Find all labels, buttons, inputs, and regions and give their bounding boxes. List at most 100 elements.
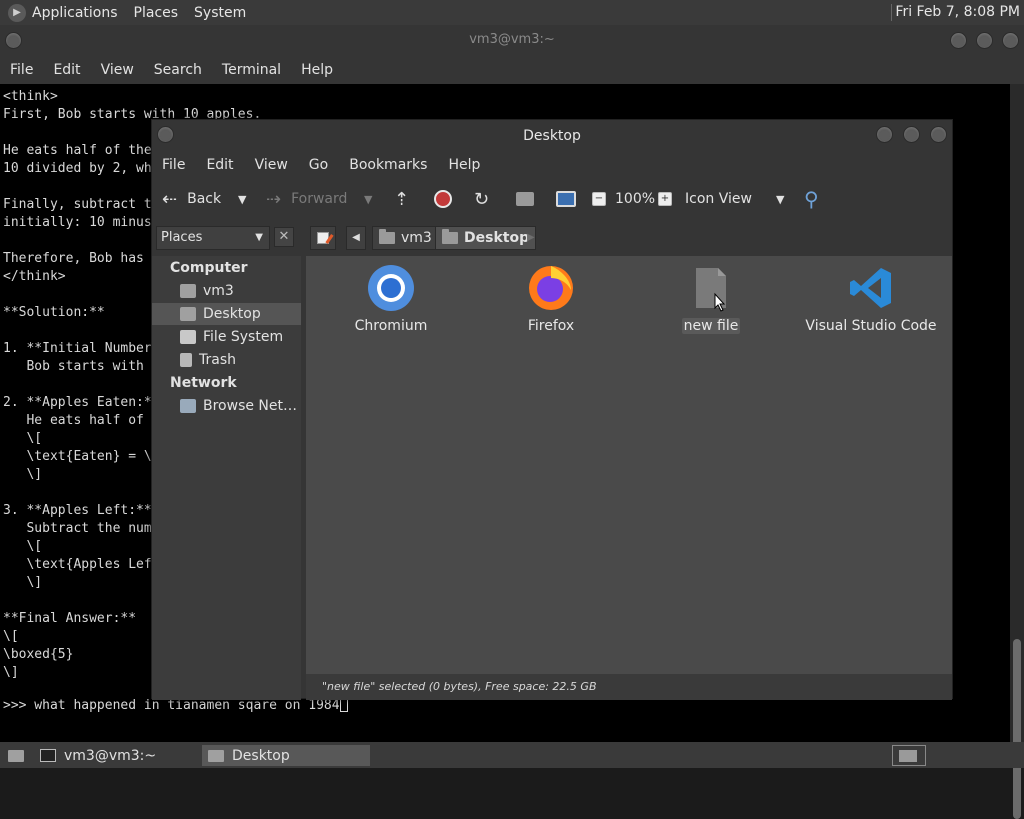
view-mode-select[interactable]: Icon View xyxy=(685,178,752,220)
workspace-switcher[interactable] xyxy=(892,745,926,766)
zoom-out-icon: − xyxy=(592,192,606,206)
home-folder-icon xyxy=(516,192,534,206)
zoom-in-button[interactable]: + xyxy=(658,178,672,220)
terminal-minimize-button[interactable] xyxy=(950,32,967,49)
home-folder-icon xyxy=(379,229,395,244)
taskbar-item-desktop[interactable]: Desktop xyxy=(202,745,370,766)
desktop-item-label: Firefox xyxy=(527,318,575,334)
sidebar-item-desktop[interactable]: Desktop xyxy=(152,303,301,325)
terminal-menu-button[interactable] xyxy=(5,32,22,49)
toggle-location-entry-button[interactable] xyxy=(310,226,336,250)
forward-button[interactable]: ⇢ Forward xyxy=(266,178,347,220)
prompt-text: >>> what happened in tianamen sqare on 1… xyxy=(3,698,340,713)
distro-logo-icon[interactable]: ▶ xyxy=(8,3,26,22)
fm-menu-bookmarks[interactable]: Bookmarks xyxy=(349,157,427,173)
reload-button[interactable]: ↻ xyxy=(474,178,489,220)
desktop-item-label: Visual Studio Code xyxy=(805,318,937,334)
folder-icon xyxy=(208,749,224,762)
desktop-folder-icon xyxy=(180,307,196,321)
zoom-level[interactable]: 100% xyxy=(615,178,655,220)
desktop-item-chromium[interactable]: Chromium xyxy=(316,264,466,334)
sidebar-item-label: vm3 xyxy=(203,283,234,299)
stop-button[interactable] xyxy=(434,178,452,220)
terminal-title: vm3@vm3:~ xyxy=(469,32,555,47)
zoom-out-button[interactable]: − xyxy=(592,178,606,220)
terminal-close-button[interactable] xyxy=(1002,32,1019,49)
scrollbar-thumb[interactable] xyxy=(1013,639,1021,819)
terminal-titlebar[interactable]: vm3@vm3:~ xyxy=(0,25,1024,55)
taskbar-item-label: vm3@vm3:~ xyxy=(64,747,157,764)
chevron-down-icon: ▼ xyxy=(776,192,785,206)
desktop-item-vscode[interactable]: Visual Studio Code xyxy=(796,264,946,334)
clock[interactable]: Fri Feb 7, 8:08 PM xyxy=(895,4,1020,20)
fm-toolbar: ⇠ Back ▼ ⇢ Forward ▼ ⇡ ↻ − 100% + Icon V… xyxy=(152,178,952,220)
sidebar-item-file-system[interactable]: File System xyxy=(152,326,301,348)
chevron-down-icon: ▼ xyxy=(238,192,247,206)
sidebar-heading-computer: Computer xyxy=(170,260,248,276)
fm-menu-help[interactable]: Help xyxy=(448,157,480,173)
system-menu[interactable]: System xyxy=(194,5,246,21)
forward-label: Forward xyxy=(291,191,348,207)
sidebar-item-label: Trash xyxy=(199,352,236,368)
terminal-menu-view[interactable]: View xyxy=(101,62,134,78)
terminal-menu-terminal[interactable]: Terminal xyxy=(222,62,281,78)
terminal-menubar: File Edit View Search Terminal Help xyxy=(0,55,1024,84)
breadcrumb-vm3[interactable]: vm3 xyxy=(372,226,439,250)
view-mode-label: Icon View xyxy=(685,191,752,207)
fm-menu-view[interactable]: View xyxy=(255,157,288,173)
location-bar: Places ▼ ✕ ◀ vm3 Desktop ▶ xyxy=(152,220,952,256)
sidebar-item-trash[interactable]: Trash xyxy=(152,349,301,371)
computer-button[interactable] xyxy=(556,178,576,220)
fm-statusbar: "new file" selected (0 bytes), Free spac… xyxy=(306,674,952,700)
search-button[interactable]: ⚲ xyxy=(804,178,819,220)
blank-file-icon xyxy=(696,268,726,312)
terminal-scrollbar[interactable] xyxy=(1010,84,1024,819)
fm-close-button[interactable] xyxy=(930,126,947,143)
fm-menu-file[interactable]: File xyxy=(162,157,185,173)
places-menu[interactable]: Places xyxy=(134,5,179,21)
desktop-icon-view[interactable]: Chromium Firefox new file Visual Studio … xyxy=(306,256,952,674)
fm-minimize-button[interactable] xyxy=(876,126,893,143)
applications-menu[interactable]: Applications xyxy=(32,5,118,21)
terminal-menu-file[interactable]: File xyxy=(10,62,33,78)
drive-icon xyxy=(180,330,196,344)
show-desktop-button[interactable] xyxy=(2,745,26,766)
chevron-right-icon: ▶ xyxy=(527,232,535,243)
chevron-down-icon: ▼ xyxy=(364,192,373,206)
close-icon: ✕ xyxy=(278,229,290,244)
view-mode-dropdown[interactable]: ▼ xyxy=(776,178,784,220)
show-desktop-icon xyxy=(8,749,24,762)
path-scroll-right-button[interactable]: ▶ xyxy=(527,226,535,250)
terminal-menu-edit[interactable]: Edit xyxy=(53,62,80,78)
search-icon: ⚲ xyxy=(804,187,819,211)
fm-menu-edit[interactable]: Edit xyxy=(206,157,233,173)
desktop-item-new-file[interactable]: new file xyxy=(636,264,786,334)
forward-history-dropdown[interactable]: ▼ xyxy=(364,178,372,220)
up-button[interactable]: ⇡ xyxy=(394,178,409,220)
terminal-menu-search[interactable]: Search xyxy=(154,62,202,78)
terminal-menu-help[interactable]: Help xyxy=(301,62,333,78)
fm-title[interactable]: Desktop xyxy=(152,120,952,152)
fm-maximize-button[interactable] xyxy=(903,126,920,143)
sidebar-item-browse-network[interactable]: Browse Net… xyxy=(152,395,301,417)
bottom-panel: vm3@vm3:~ Desktop xyxy=(0,742,1024,768)
path-scroll-left-button[interactable]: ◀ xyxy=(346,226,366,250)
sidebar-item-vm3[interactable]: vm3 xyxy=(152,280,301,302)
breadcrumb-desktop[interactable]: Desktop xyxy=(435,226,537,250)
zoom-in-icon: + xyxy=(658,192,672,206)
sidebar-item-label: File System xyxy=(203,329,284,345)
breadcrumb-label: Desktop xyxy=(464,230,530,246)
trash-icon xyxy=(180,353,192,367)
sidebar-item-label: Browse Net… xyxy=(203,398,298,414)
close-sidebar-button[interactable]: ✕ xyxy=(274,227,294,247)
home-button[interactable] xyxy=(516,178,534,220)
desktop-item-firefox[interactable]: Firefox xyxy=(476,264,626,334)
back-history-dropdown[interactable]: ▼ xyxy=(238,178,246,220)
taskbar-item-terminal[interactable]: vm3@vm3:~ xyxy=(34,745,198,766)
back-button[interactable]: ⇠ Back xyxy=(162,178,221,220)
top-panel: ▶ Applications Places System Fri Feb 7, … xyxy=(0,0,1024,25)
terminal-maximize-button[interactable] xyxy=(976,32,993,49)
chromium-icon xyxy=(368,265,414,311)
fm-menu-go[interactable]: Go xyxy=(309,157,328,173)
sidebar-type-select[interactable]: Places ▼ xyxy=(156,226,270,250)
